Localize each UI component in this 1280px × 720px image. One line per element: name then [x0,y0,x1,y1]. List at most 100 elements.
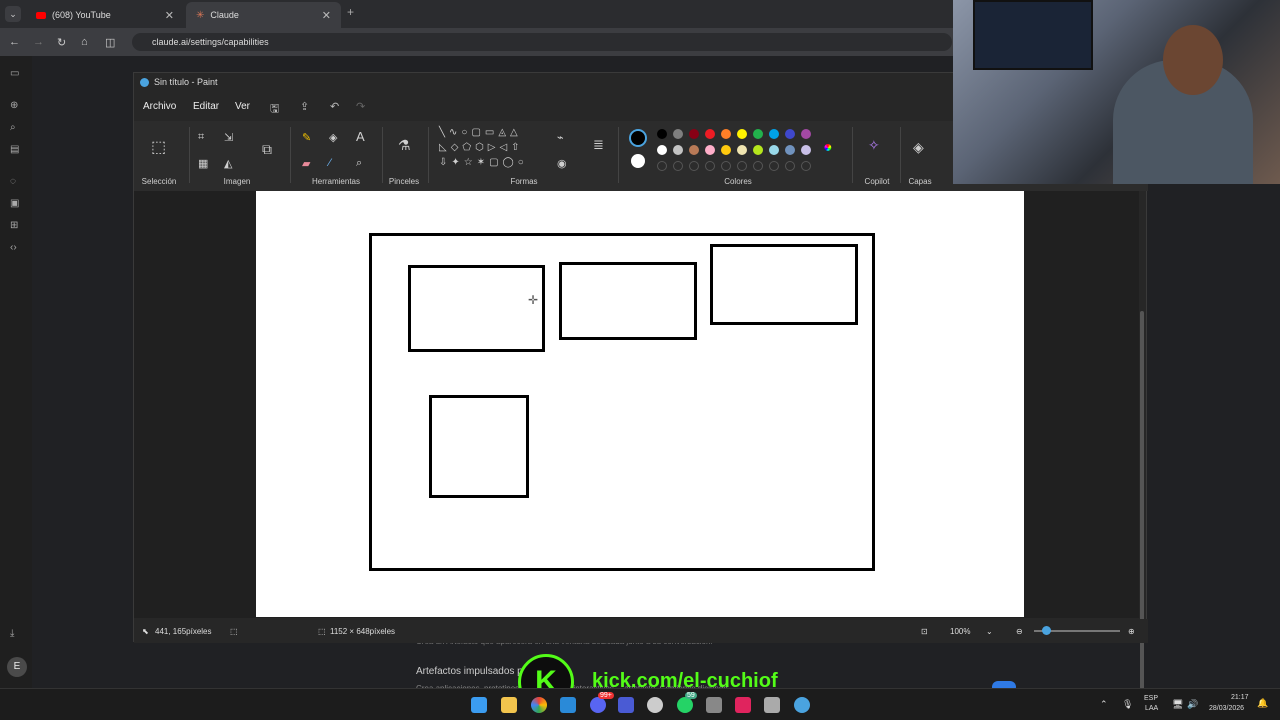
custom-color-slot[interactable] [689,161,699,171]
shapes-row-2-icon[interactable]: ◺◇⬠⬡▷◁⇧ [439,142,524,153]
language-top[interactable]: ESP [1144,695,1158,702]
discord-icon[interactable] [590,697,606,713]
chats-icon[interactable]: ◌ [10,176,16,187]
custom-color-slot[interactable] [737,161,747,171]
tray-overflow-icon[interactable]: ⌃ [1100,699,1108,710]
selection-icon[interactable]: ⬚ [151,137,166,157]
color-swatch[interactable] [737,145,747,155]
outline-icon[interactable]: ⌁ [557,131,564,144]
close-tab-icon[interactable]: ✕ [165,9,174,22]
tab-claude[interactable]: ✳ Claude ✕ [186,2,341,28]
color-swatch[interactable] [737,129,747,139]
fill-icon[interactable]: ◈ [329,131,337,144]
menu-editar[interactable]: Editar [193,101,219,112]
custom-color-slot[interactable] [785,161,795,171]
tab-youtube[interactable]: (608) YouTube ✕ [26,2,184,28]
color-swatch[interactable] [657,129,667,139]
zoom-level[interactable]: 100% [950,627,970,636]
microphone-icon[interactable]: 🎙 [1122,699,1133,710]
image-creator-icon[interactable]: ⧉ [262,141,272,158]
shape-fill-icon[interactable]: ◉ [557,157,567,170]
color-swatch[interactable] [673,129,683,139]
clock-time[interactable]: 21:17 [1231,694,1249,701]
chrome-icon[interactable] [531,697,547,713]
split-view-icon[interactable]: ◫ [105,36,115,49]
custom-color-slot[interactable] [673,161,683,171]
custom-color-slot[interactable] [721,161,731,171]
zoom-slider-thumb[interactable] [1042,626,1051,635]
network-icon[interactable]: 🖥 [1172,699,1183,710]
tab-search-button[interactable]: ⌄ [5,6,21,22]
color-picker-icon[interactable]: ⁄ [329,157,331,169]
zoom-in-icon[interactable]: ⊕ [1128,627,1135,636]
download-icon[interactable]: ⤓ [10,628,14,639]
color-swatch[interactable] [721,129,731,139]
custom-color-slot[interactable] [801,161,811,171]
layers-icon[interactable]: ◈ [913,139,924,156]
color-swatch[interactable] [657,145,667,155]
back-icon[interactable]: ← [9,36,20,48]
color-swatch[interactable] [753,145,763,155]
new-chat-icon[interactable]: ⊕ [10,100,18,111]
windows-start-icon[interactable] [471,697,487,713]
volume-icon[interactable]: 🔊 [1187,699,1198,710]
resize-icon[interactable]: ⇲ [224,131,233,144]
brush-icon[interactable]: ⚗ [398,137,411,154]
color-swatch[interactable] [785,145,795,155]
custom-color-slot[interactable] [657,161,667,171]
shapes-row-3-icon[interactable]: ⇩✦☆✶▢◯○ [439,157,528,168]
color-swatch[interactable] [753,129,763,139]
text-icon[interactable]: A [356,129,365,144]
tiktok-icon[interactable] [735,697,751,713]
color-swatch[interactable] [801,129,811,139]
sidebar-toggle-icon[interactable]: ▭ [10,68,19,79]
eraser-icon[interactable]: ▰ [302,157,310,170]
undo-icon[interactable]: ↶ [330,100,339,113]
color-swatch[interactable] [705,129,715,139]
shapes-row-1-icon[interactable]: ╲∿○▢▭◬△ [439,127,522,138]
share-icon[interactable]: ⇪ [300,100,309,113]
menu-archivo[interactable]: Archivo [143,101,176,112]
copilot-icon[interactable]: ✧ [868,137,880,154]
primary-color-swatch[interactable] [629,129,647,147]
close-tab-icon[interactable]: ✕ [322,9,331,22]
custom-color-slot[interactable] [769,161,779,171]
zoom-out-icon[interactable]: ⊖ [1016,627,1023,636]
color-swatch[interactable] [689,129,699,139]
rotate-icon[interactable]: ◭ [224,157,232,170]
projects-icon[interactable]: ▤ [10,144,19,155]
menu-ver[interactable]: Ver [235,101,250,112]
drawing-canvas[interactable]: ✛ [256,191,1024,617]
vscode-icon[interactable] [560,697,576,713]
color-swatch[interactable] [785,129,795,139]
app-icon[interactable] [706,697,722,713]
zoom-dropdown-icon[interactable]: ⌄ [986,627,993,636]
search-icon[interactable]: ⌕ [10,122,16,133]
language-bottom[interactable]: LAA [1145,705,1158,712]
stroke-size-icon[interactable]: ≣ [593,137,604,153]
pencil-icon[interactable]: ✎ [302,131,311,144]
forward-icon[interactable]: → [33,36,44,48]
home-icon[interactable]: ⌂ [81,36,88,48]
save-icon[interactable]: 🖫 [270,100,279,119]
redo-icon[interactable]: ↷ [356,100,365,113]
apps-icon[interactable]: ⊞ [10,220,18,231]
fit-to-window-icon[interactable]: ⊡ [921,627,928,636]
color-swatch[interactable] [769,145,779,155]
crop-icon[interactable]: ⌗ [198,131,204,144]
code-icon[interactable]: ‹› [10,242,17,253]
notification-icon[interactable]: 🔔 [1257,698,1268,709]
custom-color-slot[interactable] [705,161,715,171]
app-icon[interactable] [764,697,780,713]
custom-color-slot[interactable] [753,161,763,171]
color-swatch[interactable] [769,129,779,139]
color-swatch[interactable] [705,145,715,155]
secondary-color-swatch[interactable] [631,154,645,168]
new-tab-icon[interactable]: + [347,5,354,19]
edit-colors-icon[interactable]: ● [823,139,833,157]
avatar[interactable]: E [7,657,27,677]
color-swatch[interactable] [801,145,811,155]
address-bar[interactable]: claude.ai/settings/capabilities [132,33,952,51]
app-icon[interactable] [618,697,634,713]
image-bg-icon[interactable]: ▦ [198,157,208,170]
